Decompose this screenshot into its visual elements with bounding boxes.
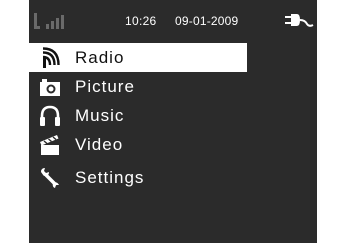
- menu-item-music[interactable]: Music: [29, 101, 317, 130]
- status-date: 09-01-2009: [175, 14, 239, 28]
- menu-item-radio[interactable]: Radio: [29, 43, 247, 72]
- wrench-icon: [41, 167, 59, 188]
- menu-item-label: Music: [75, 105, 125, 125]
- status-time: 10:26: [125, 14, 157, 28]
- radio-antenna-icon: [42, 46, 60, 68]
- menu-item-label: Radio: [75, 47, 125, 67]
- menu-item-label: Video: [75, 134, 124, 154]
- menu-item-label: Settings: [75, 167, 145, 187]
- clapperboard-icon: [40, 134, 59, 155]
- status-bar: 10:26 09-01-2009: [29, 0, 317, 42]
- device-screen: 10:26 09-01-2009 Radio Picture Music Vid…: [29, 0, 317, 243]
- signal-strength-icon: [34, 13, 64, 29]
- menu-item-settings[interactable]: Settings: [29, 163, 317, 192]
- menu-item-video[interactable]: Video: [29, 130, 317, 159]
- camera-icon: [40, 78, 60, 96]
- menu-item-label: Picture: [75, 76, 135, 96]
- headphones-icon: [40, 105, 60, 126]
- main-menu: Radio Picture Music Video Settings: [29, 43, 317, 192]
- menu-item-picture[interactable]: Picture: [29, 72, 317, 101]
- power-plug-icon: [285, 14, 314, 27]
